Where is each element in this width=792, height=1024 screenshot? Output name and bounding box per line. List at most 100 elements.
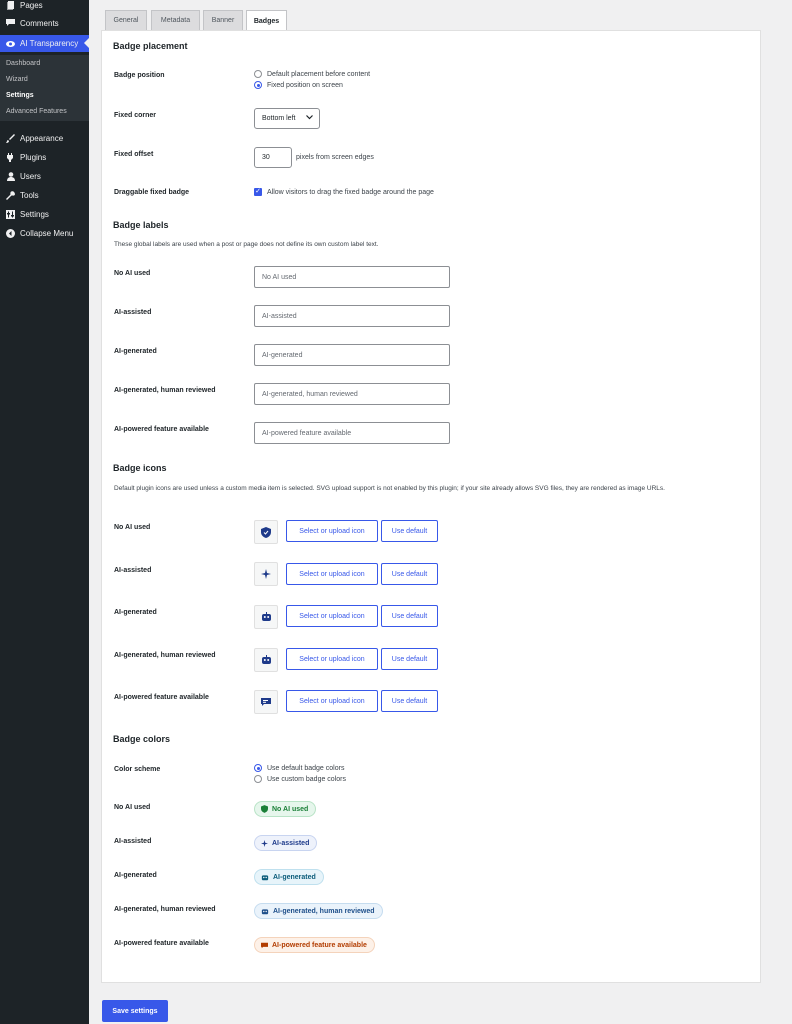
icon-row-label: AI-generated: [114, 609, 157, 616]
sidebar-item-pages[interactable]: Pages: [0, 0, 89, 13]
fixed-offset-label: Fixed offset: [114, 151, 154, 158]
sidebar-item-plugins[interactable]: Plugins: [0, 149, 89, 165]
sidebar-item-comments[interactable]: Comments: [0, 15, 89, 31]
select-icon-button[interactable]: Select or upload icon: [286, 520, 378, 542]
submenu-settings[interactable]: Settings: [6, 92, 34, 99]
select-icon-button[interactable]: Select or upload icon: [286, 690, 378, 712]
radio-label: Use default badge colors: [267, 764, 345, 772]
icon-row-label: AI-assisted: [114, 567, 152, 574]
sidebar-item-label: Collapse Menu: [20, 228, 74, 238]
badge-preview-ai-assisted: AI-assisted: [254, 835, 318, 851]
shield-icon: [261, 805, 268, 813]
sidebar-item-label: Settings: [20, 209, 49, 219]
icon-row-label: No AI used: [114, 524, 151, 531]
label-input-ai-powered[interactable]: AI-powered feature available: [254, 422, 450, 444]
chat-icon: [261, 942, 268, 949]
user-icon: [6, 171, 15, 181]
label-field-label: AI-assisted: [114, 309, 152, 316]
label-field-label: AI-generated: [114, 348, 157, 355]
badge-text: No AI used: [272, 805, 309, 813]
wrench-icon: [6, 190, 15, 200]
badge-text: AI-assisted: [272, 839, 310, 847]
icon-row-label: AI-generated, human reviewed: [114, 652, 216, 659]
icons-description: Default plugin icons are used unless a c…: [114, 485, 665, 492]
use-default-button[interactable]: Use default: [381, 563, 438, 585]
sidebar-item-settings[interactable]: Settings: [0, 206, 89, 222]
settings-icon: [6, 209, 15, 219]
badge-text: AI-generated, human reviewed: [273, 907, 375, 915]
brush-icon: [6, 133, 15, 143]
fixed-offset-input[interactable]: 30: [254, 147, 292, 168]
sidebar-item-tools[interactable]: Tools: [0, 187, 89, 203]
color-row-label: AI-powered feature available: [114, 940, 209, 947]
label-field-label: AI-generated, human reviewed: [114, 387, 216, 394]
radio-button[interactable]: [254, 764, 262, 772]
radio-label: Fixed position on screen: [267, 81, 343, 89]
use-default-button[interactable]: Use default: [381, 520, 438, 542]
draggable-label: Draggable fixed badge: [114, 189, 190, 196]
radio-label: Use custom badge colors: [267, 775, 346, 783]
label-field-label: AI-powered feature available: [114, 426, 209, 433]
tab-badges[interactable]: Badges: [246, 10, 287, 31]
sidebar-item-ai-transparency[interactable]: AI Transparency: [0, 35, 89, 52]
fixed-corner-select[interactable]: Bottom left: [254, 108, 320, 129]
label-input-ai-generated[interactable]: AI-generated: [254, 344, 450, 366]
tab-metadata[interactable]: Metadata: [151, 10, 200, 30]
select-icon-button[interactable]: Select or upload icon: [286, 648, 378, 670]
label-input-ai-generated-reviewed[interactable]: AI-generated, human reviewed: [254, 383, 450, 405]
sidebar-item-users[interactable]: Users: [0, 168, 89, 184]
sidebar-item-label: Pages: [20, 0, 43, 10]
radio-fixed-position[interactable]: Fixed position on screen: [254, 80, 343, 90]
fixed-corner-label: Fixed corner: [114, 112, 157, 119]
select-icon-button[interactable]: Select or upload icon: [286, 563, 378, 585]
radio-button[interactable]: [254, 81, 262, 89]
tab-banner[interactable]: Banner: [203, 10, 243, 30]
label-input-ai-assisted[interactable]: AI-assisted: [254, 305, 450, 327]
section-title-colors: Badge colors: [113, 734, 171, 744]
plugin-icon: [6, 152, 15, 162]
section-title-icons: Badge icons: [113, 463, 167, 473]
sidebar-item-label: Appearance: [20, 133, 64, 143]
select-icon-button[interactable]: Select or upload icon: [286, 605, 378, 627]
chat-icon: [254, 690, 278, 714]
submenu-wizard[interactable]: Wizard: [6, 76, 28, 83]
checkbox-checked[interactable]: ✓: [254, 188, 262, 196]
sidebar-item-label: Comments: [20, 18, 59, 28]
sidebar-item-appearance[interactable]: Appearance: [0, 130, 89, 146]
sidebar-item-label: Users: [20, 171, 41, 181]
radio-button[interactable]: [254, 775, 262, 783]
shield-icon: [254, 520, 278, 544]
badge-preview-ai-generated-reviewed: AI-generated, human reviewed: [254, 903, 383, 919]
submenu-advanced-features[interactable]: Advanced Features: [6, 108, 67, 115]
ai-transparency-submenu: Dashboard Wizard Settings Advanced Featu…: [0, 55, 89, 121]
sparkle-icon: [261, 839, 268, 847]
color-scheme-label: Color scheme: [114, 766, 161, 773]
radio-button[interactable]: [254, 70, 262, 78]
robot-icon: [261, 908, 269, 915]
section-title-labels: Badge labels: [113, 220, 169, 230]
use-default-button[interactable]: Use default: [381, 690, 438, 712]
color-row-label: AI-generated: [114, 872, 157, 879]
radio-default-placement[interactable]: Default placement before content: [254, 69, 370, 79]
badge-preview-ai-powered: AI-powered feature available: [254, 937, 375, 953]
radio-default-colors[interactable]: Use default badge colors: [254, 763, 344, 773]
collapse-menu-button[interactable]: Collapse Menu: [0, 225, 89, 241]
section-title-placement: Badge placement: [113, 41, 188, 51]
label-input-no-ai[interactable]: No AI used: [254, 266, 450, 288]
pages-icon: [6, 0, 15, 10]
badge-text: AI-powered feature available: [272, 941, 367, 949]
submenu-dashboard[interactable]: Dashboard: [6, 60, 40, 67]
tab-general[interactable]: General: [105, 10, 147, 30]
save-settings-button[interactable]: Save settings: [102, 1000, 168, 1022]
robot-icon: [254, 605, 278, 629]
use-default-button[interactable]: Use default: [381, 605, 438, 627]
radio-label: Default placement before content: [267, 70, 371, 78]
badge-text: AI-generated: [273, 873, 316, 881]
draggable-checkbox-row[interactable]: ✓ Allow visitors to drag the fixed badge …: [254, 188, 434, 196]
eye-icon: [6, 39, 15, 48]
use-default-button[interactable]: Use default: [381, 648, 438, 670]
badge-position-label: Badge position: [114, 72, 165, 79]
radio-custom-colors[interactable]: Use custom badge colors: [254, 774, 346, 784]
icon-row-label: AI-powered feature available: [114, 694, 209, 701]
label-field-label: No AI used: [114, 270, 151, 277]
